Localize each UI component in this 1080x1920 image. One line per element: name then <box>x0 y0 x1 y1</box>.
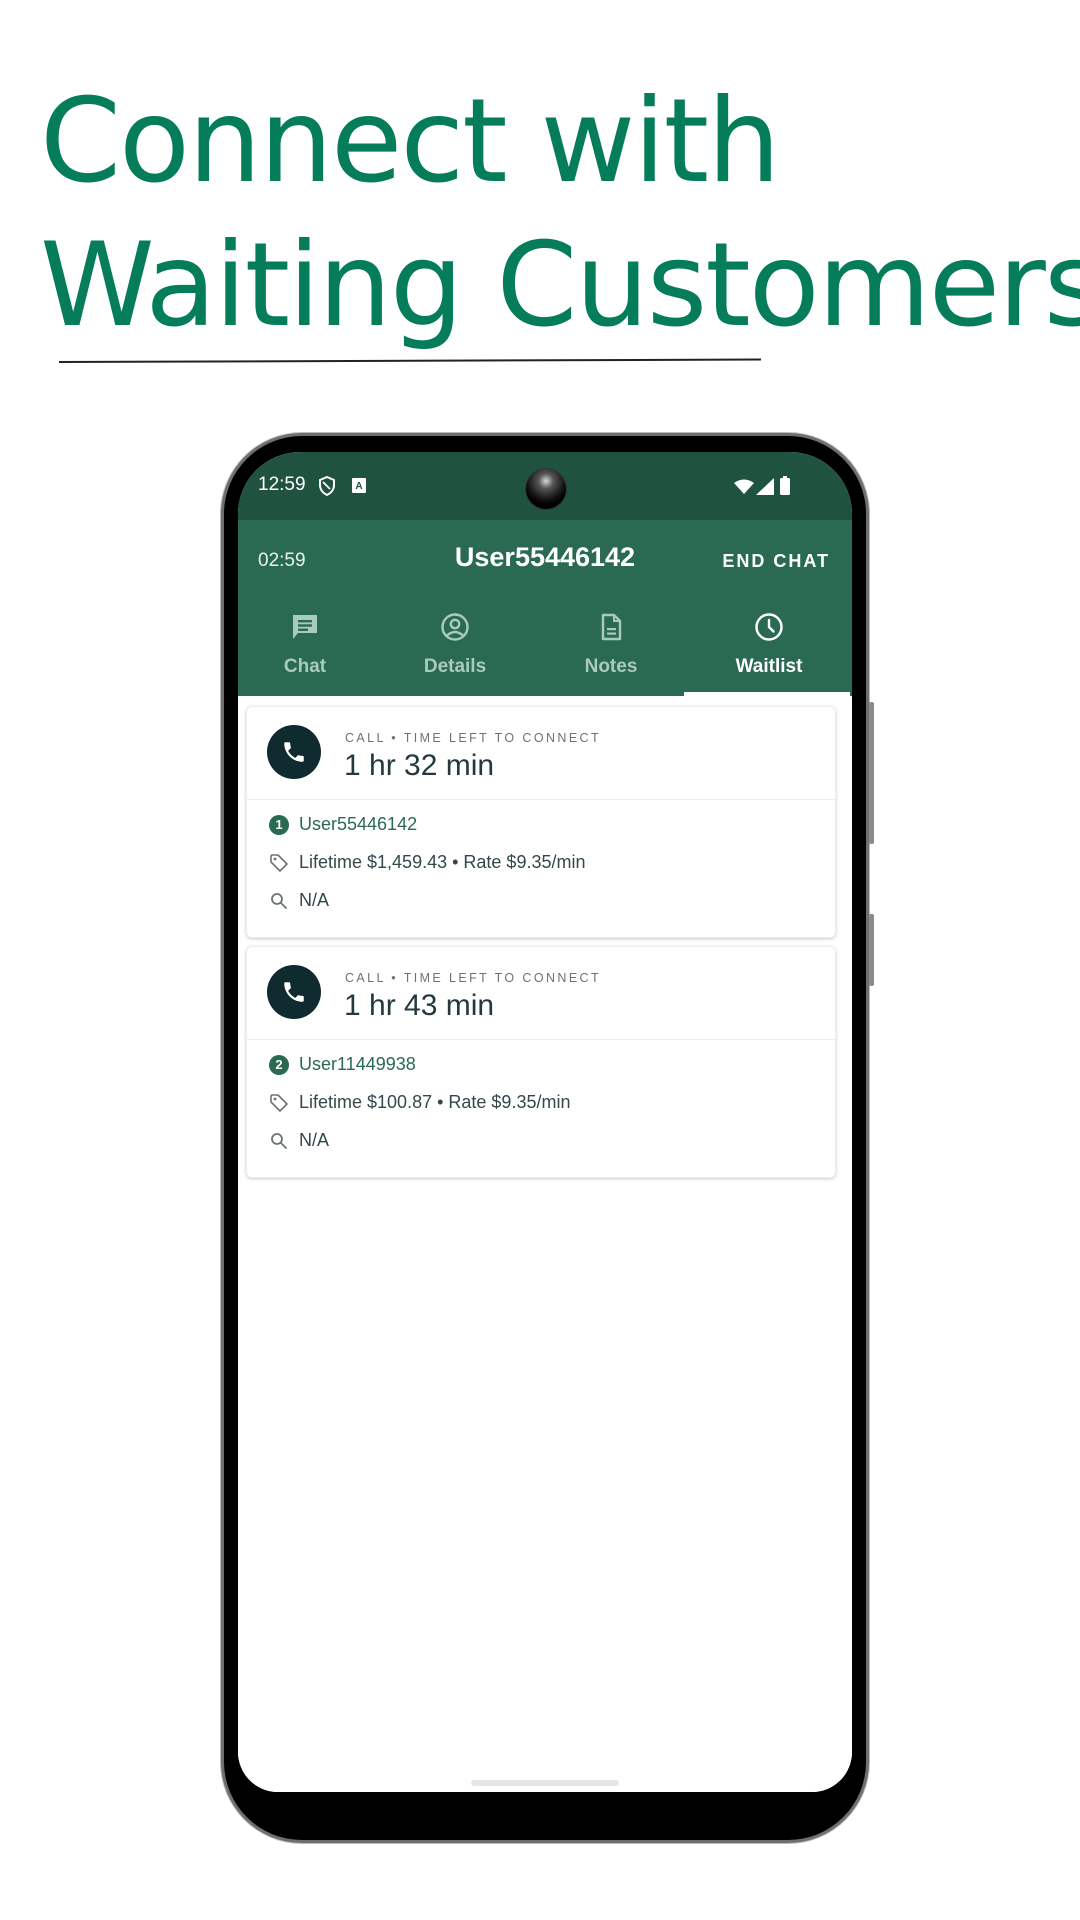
search-icon <box>269 891 289 911</box>
tag-icon <box>269 1093 289 1113</box>
tab-notes[interactable]: Notes <box>536 604 686 696</box>
tab-waitlist[interactable]: Waitlist <box>694 604 844 696</box>
promo-headline: Connect with Waiting Customers <box>40 70 1080 358</box>
battery-icon <box>780 476 790 500</box>
status-time: 12:59 <box>258 474 306 495</box>
queue-position-badge: 1 <box>269 815 289 835</box>
svg-text:A: A <box>355 481 362 492</box>
note-icon <box>596 612 626 642</box>
end-chat-button[interactable]: END CHAT <box>722 551 830 572</box>
call-type-avatar <box>267 725 321 779</box>
wifi-icon <box>734 479 754 499</box>
a-box-icon: A <box>352 478 366 498</box>
headline-underline <box>58 358 761 363</box>
card-header: CALL • TIME LEFT TO CONNECT 1 hr 32 min <box>247 707 835 800</box>
phone-screen: 12:59 A 02:59 User55446142 END CHAT Chat… <box>238 452 852 1792</box>
headline-line-1: Connect with <box>40 74 781 209</box>
time-left-to-connect: 1 hr 43 min <box>344 989 495 1022</box>
pricing-info: Lifetime $100.87 • Rate $9.35/min <box>299 1092 571 1112</box>
tab-details[interactable]: Details <box>380 604 530 696</box>
card-header: CALL • TIME LEFT TO CONNECT 1 hr 43 min <box>247 947 835 1040</box>
search-info: N/A <box>299 1130 330 1150</box>
customer-username[interactable]: User55446142 <box>299 814 417 835</box>
time-left-to-connect: 1 hr 32 min <box>344 749 495 782</box>
tab-label: Chat <box>283 656 327 677</box>
call-type-caption: CALL • TIME LEFT TO CONNECT <box>345 731 602 745</box>
signal-icon <box>756 478 774 500</box>
status-bar: 12:59 A <box>238 452 852 520</box>
volume-button <box>869 914 874 986</box>
tab-label: Waitlist <box>735 656 803 677</box>
search-info: N/A <box>299 890 330 910</box>
home-gesture-handle[interactable] <box>471 1780 619 1786</box>
shield-icon <box>318 475 336 501</box>
call-type-avatar <box>267 965 321 1019</box>
customer-username[interactable]: User11449938 <box>299 1054 416 1075</box>
chat-icon <box>290 612 320 642</box>
power-button <box>869 702 874 844</box>
headline-line-2: Waiting Customers <box>40 218 1080 353</box>
tab-bar: Chat Details Notes Waitlist <box>238 604 852 696</box>
front-camera <box>526 469 566 509</box>
waitlist-card[interactable]: CALL • TIME LEFT TO CONNECT 1 hr 32 min … <box>246 706 836 938</box>
tab-chat[interactable]: Chat <box>238 604 380 696</box>
pricing-info: Lifetime $1,459.43 • Rate $9.35/min <box>299 852 586 872</box>
tab-label: Details <box>423 656 487 677</box>
gesture-nav-bar <box>238 1770 852 1806</box>
waitlist-content: CALL • TIME LEFT TO CONNECT 1 hr 32 min … <box>238 696 852 1792</box>
queue-position-badge: 2 <box>269 1055 289 1075</box>
account-circle-icon <box>440 612 470 642</box>
waitlist-card[interactable]: CALL • TIME LEFT TO CONNECT 1 hr 43 min … <box>246 946 836 1178</box>
call-type-caption: CALL • TIME LEFT TO CONNECT <box>345 971 602 985</box>
app-bar: 02:59 User55446142 END CHAT Chat Details <box>238 520 852 696</box>
clock-icon <box>754 612 784 642</box>
search-icon <box>269 1131 289 1151</box>
tag-icon <box>269 853 289 873</box>
phone-frame: 12:59 A 02:59 User55446142 END CHAT Chat… <box>224 436 874 1840</box>
tab-label: Notes <box>584 656 638 677</box>
